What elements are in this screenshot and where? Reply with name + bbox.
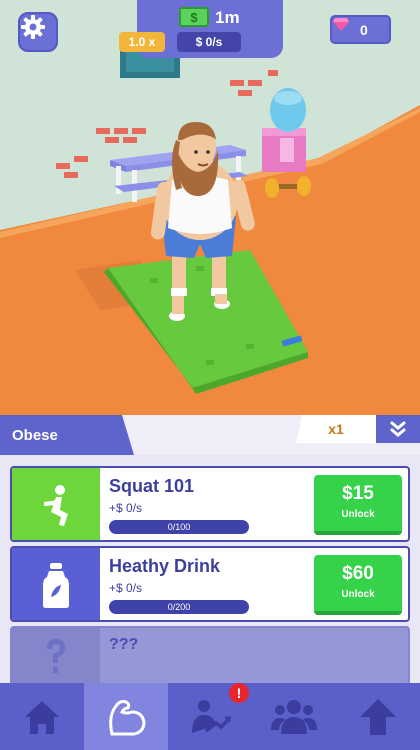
squat-icon [44,485,68,526]
progress-icon [192,699,231,733]
room-illustration [0,0,420,418]
upgrade-progress: 0/100 [109,520,249,534]
gear-icon [21,15,45,39]
money-panel: $ 1m 1.0 x $ 0/s [119,0,283,58]
unlock-button[interactable]: $15 Unlock [314,475,402,535]
nav-upgrade[interactable] [336,683,420,750]
question-icon [47,639,65,673]
unlock-label: Unlock [341,509,375,520]
upgrade-arrow-icon [360,698,396,735]
upgrade-progress: 0/200 [109,600,249,614]
upgrade-thumb [12,628,100,684]
upgrade-card: Squat 101 +$ 0/s 0/100 $15 Unlock [10,466,410,542]
notification-badge: ! [229,683,249,703]
game-scene: $ 1m 1.0 x $ 0/s 0 [0,0,420,418]
bottom-nav [0,683,420,750]
upgrade-title: Heathy Drink [109,556,221,576]
gem-counter[interactable]: 0 [330,15,391,44]
income-rate: $ 0/s [177,32,241,52]
upgrade-thumb [12,548,100,620]
status-bar: Obese x1 [0,415,420,455]
upgrade-title: ??? [109,636,139,653]
unlock-price: $15 [342,483,374,504]
collapse-button[interactable] [376,415,420,443]
gem-icon [333,18,349,31]
nav-community[interactable] [252,683,336,750]
upgrade-title: Squat 101 [109,476,195,496]
home-icon [25,700,59,734]
gem-count: 0 [360,21,368,38]
upgrade-card: Heathy Drink +$ 0/s 0/200 $60 Unlock [10,546,410,622]
buy-multiplier[interactable]: x1 [296,415,376,443]
people-icon [271,699,317,734]
unlock-button[interactable]: $60 Unlock [314,555,402,615]
unlock-label: Unlock [341,589,375,600]
nav-workout[interactable] [84,683,168,750]
upgrade-income: +$ 0/s [109,501,143,515]
settings-button[interactable] [18,12,58,52]
muscle-icon [109,699,146,735]
bottle-icon [43,563,69,608]
locked-upgrade-card: ??? [10,626,410,686]
upgrade-list: Squat 101 +$ 0/s 0/100 $15 Unlock Heathy… [0,455,420,686]
nav-home[interactable] [0,683,84,750]
money-value: 1m [215,8,240,27]
body-status-label: Obese [0,415,134,455]
income-multiplier: 1.0 x [119,32,165,52]
double-chevron-down-icon [390,421,406,437]
cash-icon: $ [179,7,209,27]
unlock-price: $60 [342,563,374,584]
upgrade-thumb [12,468,100,540]
upgrade-income: +$ 0/s [109,581,143,595]
